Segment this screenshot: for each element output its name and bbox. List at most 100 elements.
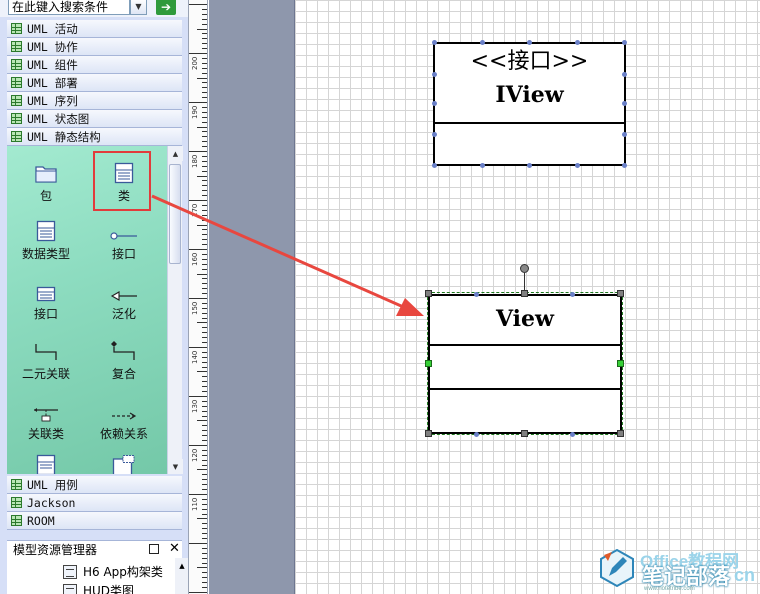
search-go-button[interactable]: ➔ (156, 0, 176, 15)
connection-point[interactable] (480, 163, 485, 168)
tree-item[interactable]: H6 App构架类 (63, 563, 163, 580)
shape-dependency[interactable]: 依赖关系 (89, 392, 159, 442)
tree-scrollbar[interactable]: ▲ (175, 558, 189, 594)
shape-template-class[interactable] (89, 446, 159, 474)
ruler-tick (202, 136, 207, 137)
shape-label: 关联类 (27, 427, 64, 441)
stencil-uml-deployment[interactable]: UML 部署 (7, 74, 182, 92)
stencil-uml-activity[interactable]: UML 活动 (7, 20, 182, 38)
resize-handle-top-right[interactable] (617, 290, 624, 297)
ruler-tick (202, 244, 207, 245)
connection-point[interactable] (622, 72, 627, 77)
interface-lollipop-icon (110, 232, 137, 240)
search-row: ▼ ➔ (0, 0, 188, 17)
resize-handle-top-left[interactable] (425, 290, 432, 297)
resize-handle-top[interactable] (521, 290, 528, 297)
connection-point[interactable] (622, 132, 627, 137)
shape-label: 接口 (111, 247, 136, 261)
ruler-tick (202, 352, 207, 353)
shape-binary-association[interactable]: 二元关联 (11, 332, 81, 382)
connection-point[interactable] (432, 132, 437, 137)
ruler-tick (202, 185, 207, 186)
shape-gallery-scrollbar[interactable]: ▲ ▼ (167, 146, 183, 474)
shape-association-class[interactable]: 关联类 (11, 392, 81, 442)
connection-point[interactable] (570, 292, 575, 297)
connection-point[interactable] (622, 101, 627, 106)
ruler-tick (202, 117, 207, 118)
connection-point[interactable] (474, 432, 479, 437)
connection-point[interactable] (527, 40, 532, 45)
ruler-tick (202, 24, 207, 25)
shape-generalization[interactable]: 泛化 (89, 272, 159, 322)
resize-handle-bottom-left[interactable] (425, 430, 432, 437)
stencil-room[interactable]: ROOM (7, 512, 182, 530)
connection-point[interactable] (432, 72, 437, 77)
scroll-up-button[interactable]: ▲ (168, 146, 183, 161)
watermark-cn: cn (734, 565, 756, 585)
scroll-thumb[interactable] (169, 164, 181, 264)
connection-point[interactable] (432, 40, 437, 45)
resize-handle-bottom-right[interactable] (617, 430, 624, 437)
ruler-tick (202, 425, 207, 426)
ruler-tick (202, 180, 207, 181)
resize-handle-left[interactable] (425, 360, 432, 367)
shape-label: 数据类型 (21, 247, 70, 261)
ruler-tick (189, 151, 207, 152)
ruler-tick (202, 293, 207, 294)
stencil-uml-component[interactable]: UML 组件 (7, 56, 182, 74)
shape-interface-lollipop[interactable]: 接口 (89, 212, 159, 262)
stencil-jackson[interactable]: Jackson (7, 494, 182, 512)
connection-point[interactable] (474, 292, 479, 297)
stencil-uml-use-case[interactable]: UML 用例 (7, 476, 182, 494)
ruler-tick (197, 176, 207, 177)
interface-shape[interactable]: <<接口>> IView (433, 42, 626, 166)
model-explorer-header: 模型资源管理器 ✕ (7, 540, 182, 558)
shape-class-2[interactable] (11, 446, 81, 474)
stencil-uml-collaboration[interactable]: UML 协作 (7, 38, 182, 56)
shapes-panel: ▼ ➔ UML 活动 UML 协作 UML 组件 UML 部署 UML 序列 U… (0, 0, 189, 594)
ruler-tick (202, 514, 207, 515)
ruler-tick (197, 274, 207, 275)
shape-interface-box[interactable]: 接口 (11, 272, 81, 322)
resize-handle-right[interactable] (617, 360, 624, 367)
ruler-tick (202, 523, 207, 524)
ruler-tick (189, 494, 207, 495)
shape-package[interactable]: 包 (11, 154, 81, 204)
scroll-down-button[interactable]: ▼ (168, 459, 183, 474)
model-explorer-tree: H6 App构架类 HUD类图 ▲ (7, 558, 189, 594)
close-icon[interactable]: ✕ (169, 541, 180, 556)
search-input[interactable] (8, 0, 130, 15)
connection-point[interactable] (432, 163, 437, 168)
ruler-label: 190 (191, 105, 199, 119)
resize-handle-bottom[interactable] (521, 430, 528, 437)
rotation-handle[interactable] (520, 264, 529, 273)
selection-outline (427, 292, 623, 435)
search-dropdown-button[interactable]: ▼ (130, 0, 147, 15)
connection-point[interactable] (622, 40, 627, 45)
ruler-tick (202, 14, 207, 15)
interface-header: <<接口>> IView (435, 44, 624, 124)
stencil-uml-statechart[interactable]: UML 状态图 (7, 110, 182, 128)
interface-operations (435, 124, 624, 164)
connection-point[interactable] (480, 40, 485, 45)
connection-point[interactable] (575, 40, 580, 45)
ruler-tick (202, 563, 207, 564)
connection-point[interactable] (527, 163, 532, 168)
ruler-tick (202, 131, 207, 132)
stencil-uml-static-structure[interactable]: UML 静态结构 (7, 128, 182, 146)
stencil-uml-sequence[interactable]: UML 序列 (7, 92, 182, 110)
shape-composition[interactable]: 复合 (89, 332, 159, 382)
shape-datatype[interactable]: 数据类型 (11, 212, 81, 262)
ruler-tick (202, 269, 207, 270)
stencil-label: ROOM (27, 513, 55, 528)
connection-point[interactable] (432, 101, 437, 106)
connection-point[interactable] (575, 163, 580, 168)
restore-window-icon[interactable] (149, 544, 159, 554)
connection-point[interactable] (622, 163, 627, 168)
ruler-tick (202, 259, 207, 260)
ruler-tick (202, 313, 207, 314)
connection-point[interactable] (570, 432, 575, 437)
stencil-grid-icon (11, 41, 22, 52)
tree-item[interactable]: HUD类图 (63, 582, 134, 594)
ruler-tick (202, 205, 207, 206)
